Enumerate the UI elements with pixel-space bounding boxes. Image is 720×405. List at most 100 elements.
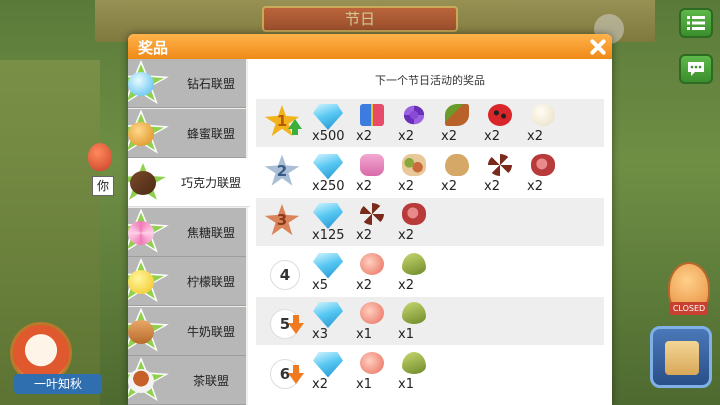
prize-item: x125 [310,200,354,246]
prizes-panel: 奖品 钻石联盟蜂蜜联盟巧克力联盟焦糖联盟柠檬联盟牛奶联盟茶联盟 下一个节日活动的… [128,34,612,405]
prize-row-rank-3: 3 x125 x2 x2 [256,198,604,246]
background-festival-title: 节日 [262,6,458,32]
cardamom-icon [402,252,426,275]
league-badge [128,60,170,108]
prize-quantity: x2 [441,178,457,194]
rank-badge: 1 [264,105,308,141]
tab-label: 焦糖联盟 [186,225,235,240]
chat-icon [688,62,704,76]
prize-item: x2 [482,151,526,197]
prize-quantity: x2 [484,129,500,144]
rank-badge: 3 [264,204,308,240]
tab-milk-jug[interactable]: 牛奶联盟 [128,306,246,356]
lollipop-icon [128,220,154,245]
diamond-icon [128,72,154,96]
player-name: 一叶知秋 [14,374,102,394]
league-badge [128,258,170,306]
prize-quantity: x2 [441,129,457,144]
prize-quantity: x5 [312,277,328,293]
prize-item: x2 [354,250,398,296]
prize-item: x1 [354,299,398,345]
close-icon[interactable] [586,37,608,57]
prize-row-rank-1: 1 x500 x2 x2 x2 x2 x2 [256,99,604,147]
house-button[interactable] [650,326,712,388]
prizes-subtitle: 下一个节日活动的奖品 [375,74,485,87]
tab-lemon[interactable]: 柠檬联盟 [128,257,246,306]
prize-item: x500 [310,101,354,147]
prize-item: x2 [525,151,569,197]
prize-item: x2 [354,101,398,147]
peach-icon [360,252,384,275]
rank-badge: 5 [264,303,308,339]
prize-item: x250 [310,151,354,197]
prize-quantity: x2 [356,129,372,144]
prize-quantity: x125 [312,228,345,243]
panel-title: 奖品 [138,39,169,57]
prize-quantity: x2 [356,228,372,243]
prize-row-rank-6: 6 x2 x1 x1 [256,347,604,395]
prize-quantity: x1 [398,376,414,392]
prize-item: x2 [439,151,483,197]
meat-icon [402,203,426,225]
diamond-icon [313,302,343,328]
peach-icon [360,302,384,324]
rank-badge: 2 [264,154,308,191]
tab-chocolate[interactable]: 巧克力联盟 [128,158,250,207]
prize-item: x1 [396,299,440,345]
prize-item: x2 [525,101,569,147]
prize-item: x1 [354,349,398,395]
prize-quantity: x2 [484,178,500,194]
league-badge [128,159,172,207]
honey-pot-icon [128,121,154,146]
cardamom-icon [402,351,426,374]
prize-item: x2 [482,101,526,147]
egg-icon [531,104,555,126]
rank-number: 3 [276,211,288,229]
chat-button[interactable] [679,54,713,84]
rank-number: 4 [270,259,300,290]
prize-item: x2 [354,200,398,246]
prize-item: x2 [396,151,440,197]
tab-label: 牛奶联盟 [186,324,235,339]
prize-quantity: x1 [356,376,372,392]
gift-box-icon [360,104,384,126]
tab-diamond[interactable]: 钻石联盟 [128,59,246,108]
tab-honey-pot[interactable]: 蜂蜜联盟 [128,108,246,158]
prize-quantity: x500 [312,129,345,144]
tab-label: 蜂蜜联盟 [186,126,235,141]
milk-jug-icon [128,319,154,344]
tab-label: 柠檬联盟 [186,275,235,289]
rank-badge: 4 [264,254,308,290]
tab-label: 茶联盟 [192,374,229,388]
prize-item: x1 [396,349,440,395]
prize-row-rank-2: 2 x250 x2 x2 x2 x2 x2 [256,149,604,197]
diamond-icon [313,203,343,229]
tab-tea-cup[interactable]: 茶联盟 [128,356,246,405]
violet-flower-icon [403,105,425,125]
prize-quantity: x2 [356,178,372,194]
star-anise-icon [360,203,384,225]
rank-number: 2 [276,161,288,180]
prize-quantity: x2 [398,277,414,293]
prize-item: x2 [396,200,440,246]
prize-quantity: x2 [398,129,414,144]
diamond-icon [313,153,343,180]
prize-quantity: x3 [312,327,328,342]
cardamom-icon [402,302,426,324]
nut-mix-icon [402,153,426,176]
closed-sign: CLOSED [670,302,708,315]
tab-label: 钻石联盟 [186,77,235,91]
prize-item: x2 [396,250,440,296]
prize-item: x2 [354,151,398,197]
prize-quantity: x2 [398,178,414,194]
prize-quantity: x2 [527,129,543,144]
prize-quantity: x250 [312,178,345,194]
panel-header: 奖品 [128,34,612,59]
tab-lollipop[interactable]: 焦糖联盟 [128,207,246,257]
league-badge [128,208,170,257]
rank-badge: 6 [264,353,308,389]
cocoa-pod-icon [445,104,469,126]
hot-air-balloon-icon [88,143,112,171]
menu-button[interactable] [679,8,713,38]
peach-icon [360,351,384,374]
